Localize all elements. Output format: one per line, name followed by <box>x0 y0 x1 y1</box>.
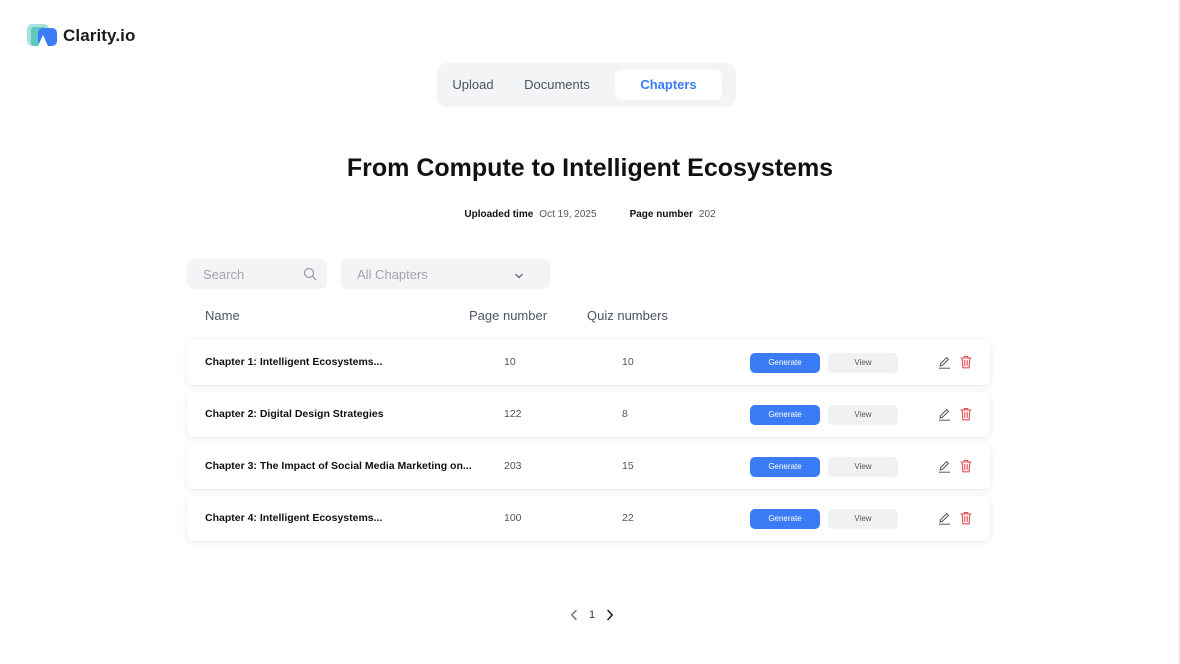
uploaded-time-label: Uploaded time <box>464 209 534 220</box>
tab-upload[interactable]: Upload <box>441 70 505 100</box>
table-row: Chapter 1: Intelligent Ecosystems... 10 … <box>187 340 990 385</box>
current-page[interactable]: 1 <box>589 609 595 621</box>
tab-bar: Upload Documents Chapters <box>437 63 736 107</box>
chevron-down-icon <box>514 269 524 279</box>
page-number: Page number 202 <box>630 209 716 220</box>
uploaded-time-value: Oct 19, 2025 <box>539 209 597 220</box>
generate-button[interactable]: Generate <box>750 457 820 477</box>
chapter-page-number: 203 <box>504 460 522 472</box>
chapter-name: Chapter 2: Digital Design Strategies <box>205 408 384 420</box>
trash-icon[interactable] <box>960 459 972 473</box>
chapter-name: Chapter 3: The Impact of Social Media Ma… <box>205 460 472 472</box>
chapter-quiz-number: 10 <box>622 356 634 368</box>
chevron-right-icon[interactable] <box>604 608 616 622</box>
page-number-label: Page number <box>629 209 693 220</box>
brand-name: Clarity.io <box>63 26 136 45</box>
chapter-page-number: 100 <box>504 512 522 524</box>
table-row: Chapter 3: The Impact of Social Media Ma… <box>187 444 990 489</box>
edit-icon[interactable] <box>938 460 951 473</box>
generate-button[interactable]: Generate <box>750 405 820 425</box>
edit-icon[interactable] <box>938 512 951 525</box>
edit-icon[interactable] <box>938 408 951 421</box>
chevron-left-icon[interactable] <box>568 608 580 622</box>
trash-icon[interactable] <box>960 355 972 369</box>
chapter-quiz-number: 8 <box>622 408 628 420</box>
chapter-name: Chapter 1: Intelligent Ecosystems... <box>205 356 383 368</box>
brand-logo[interactable]: Clarity.io <box>27 24 135 48</box>
search-input[interactable] <box>203 266 303 282</box>
document-meta: Uploaded time Oct 19, 2025 Page number 2… <box>0 209 1180 220</box>
generate-button[interactable]: Generate <box>750 353 820 373</box>
chapter-page-number: 122 <box>504 408 522 420</box>
edit-icon[interactable] <box>938 356 951 369</box>
trash-icon[interactable] <box>960 407 972 421</box>
view-button[interactable]: View <box>828 509 898 529</box>
search-icon[interactable] <box>303 267 317 281</box>
pagination: 1 <box>568 608 616 622</box>
uploaded-time: Uploaded time Oct 19, 2025 <box>464 209 596 220</box>
view-button[interactable]: View <box>828 457 898 477</box>
chapter-name: Chapter 4: Intelligent Ecosystems... <box>205 512 383 524</box>
chapter-quiz-number: 15 <box>622 460 634 472</box>
table-row: Chapter 2: Digital Design Strategies 122… <box>187 392 990 437</box>
view-button[interactable]: View <box>828 353 898 373</box>
column-header-page-number: Page number <box>469 308 548 323</box>
page-number-value: 202 <box>698 209 716 220</box>
column-header-name: Name <box>205 308 240 323</box>
tab-chapters[interactable]: Chapters <box>615 70 722 100</box>
search-box <box>187 259 327 289</box>
tab-documents[interactable]: Documents <box>505 70 609 100</box>
view-button[interactable]: View <box>828 405 898 425</box>
column-header-quiz-numbers: Quiz numbers <box>587 308 668 323</box>
generate-button[interactable]: Generate <box>750 509 820 529</box>
logo-icon <box>27 24 57 48</box>
chapter-filter-select[interactable]: All Chapters <box>341 259 550 289</box>
page-title: From Compute to Intelligent Ecosystems <box>346 154 834 182</box>
trash-icon[interactable] <box>960 511 972 525</box>
chapter-filter-value: All Chapters <box>357 266 428 282</box>
chapter-page-number: 10 <box>504 356 516 368</box>
chapter-quiz-number: 22 <box>622 512 634 524</box>
table-row: Chapter 4: Intelligent Ecosystems... 100… <box>187 496 990 541</box>
